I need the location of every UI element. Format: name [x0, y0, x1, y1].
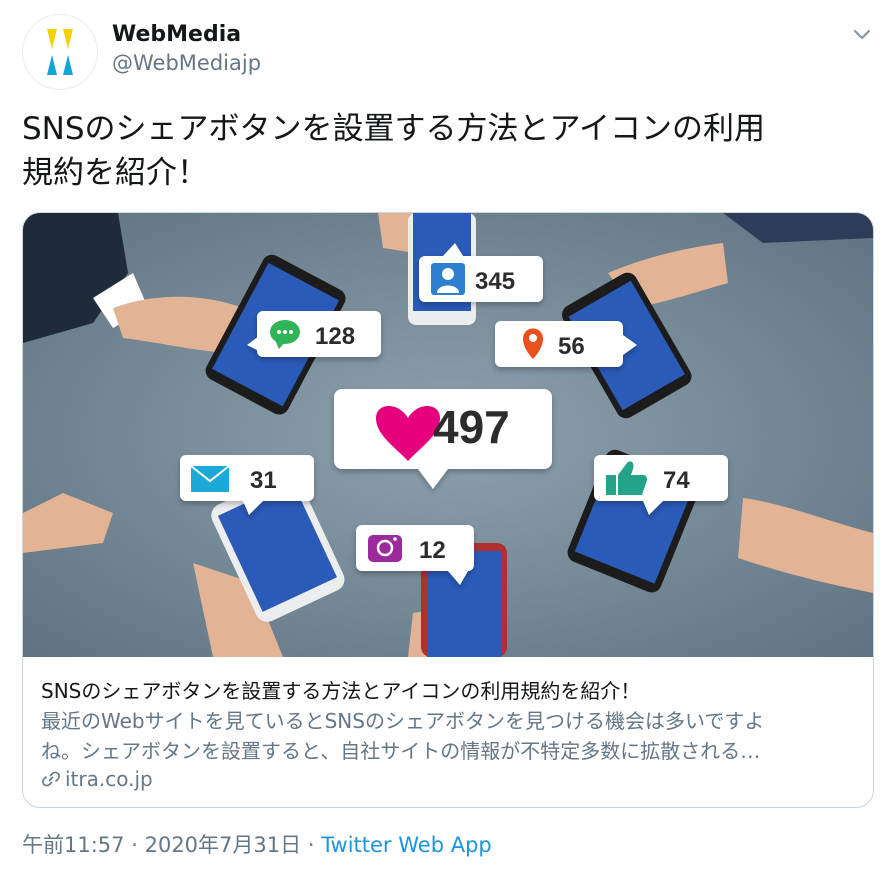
webmedia-logo — [47, 29, 73, 75]
location-count: 56 — [558, 333, 585, 360]
likes-count: 497 — [433, 401, 510, 453]
tweet-text-line: 規約を紹介！ — [22, 155, 208, 191]
card-domain[interactable]: itra.co.jp — [41, 765, 153, 793]
author-handle[interactable]: @WebMediajp — [112, 50, 261, 76]
author-name[interactable]: WebMedia — [112, 22, 241, 48]
followers-count: 345 — [475, 268, 515, 295]
meta-separator: · — [307, 833, 315, 857]
link-icon — [42, 771, 60, 787]
meta-separator: · — [131, 833, 138, 857]
person-icon — [431, 263, 465, 295]
tweet-time[interactable]: 午前11:57 — [22, 833, 125, 857]
card-description-line: 最近のWebサイトを見ているとSNSのシェアボタンを見つける機会は多いですよ — [41, 709, 765, 733]
camera-icon — [368, 535, 402, 562]
chevron-down-icon[interactable] — [850, 22, 874, 46]
tweet-text: SNSのシェアボタンを設置する方法とアイコンの利用 規約を紹介！ — [22, 107, 872, 195]
tweet-source-link[interactable]: Twitter Web App — [321, 833, 492, 857]
card-description: 最近のWebサイトを見ているとSNSのシェアボタンを見つける機会は多いですよ ね… — [41, 706, 861, 766]
link-card[interactable]: 497 345 128 56 31 74 12 SNSのシェアボタンを設置する方… — [22, 212, 874, 808]
tweet-date[interactable]: 2020年7月31日 — [145, 833, 302, 857]
card-domain-text: itra.co.jp — [65, 767, 153, 791]
card-image[interactable]: 497 345 128 56 31 74 12 — [23, 213, 873, 657]
avatar[interactable] — [22, 14, 98, 90]
comments-count: 128 — [315, 323, 355, 350]
card-description-line: ね。シェアボタンを設置すると、自社サイトの情報が不特定多数に拡散される… — [41, 739, 761, 763]
card-title[interactable]: SNSのシェアボタンを設置する方法とアイコンの利用規約を紹介！ — [41, 678, 861, 705]
mail-count: 31 — [250, 467, 277, 494]
tweet-text-line: SNSのシェアボタンを設置する方法とアイコンの利用 — [22, 111, 765, 147]
photo-count: 12 — [419, 537, 446, 564]
mail-icon — [190, 465, 230, 492]
tweet-meta: 午前11:57 · 2020年7月31日 · Twitter Web App — [22, 830, 492, 860]
thumbs-count: 74 — [663, 467, 690, 494]
